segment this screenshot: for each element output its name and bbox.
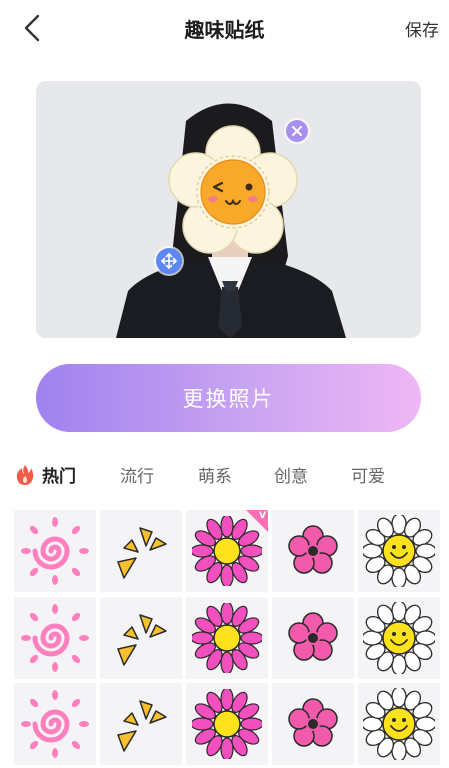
pink-flower-icon xyxy=(288,611,338,661)
tab-cute-style[interactable]: 萌系 xyxy=(198,462,232,487)
move-arrows-icon[interactable] xyxy=(156,248,182,274)
flower-sticker[interactable] xyxy=(166,125,300,259)
sticker-grid: V xyxy=(14,510,442,768)
sticker-smiley-daisy[interactable] xyxy=(358,510,440,592)
tab-lovely[interactable]: 可爱 xyxy=(351,462,385,487)
page-title: 趣味贴纸 xyxy=(184,18,265,42)
pink-flower-icon xyxy=(288,525,338,574)
sticker-pink-flower[interactable] xyxy=(272,683,354,765)
pink-flower-icon xyxy=(288,698,338,747)
pink-swirl-sun-icon xyxy=(21,517,89,585)
pink-sunflower-icon xyxy=(192,689,262,759)
tab-creative[interactable]: 创意 xyxy=(274,462,308,487)
sticker-smiley-daisy[interactable] xyxy=(358,683,440,765)
sticker-yellow-burst[interactable] xyxy=(100,510,182,592)
sticker-pink-swirl-sun[interactable] xyxy=(14,510,96,592)
pink-sunflower-icon xyxy=(192,602,262,673)
close-icon[interactable] xyxy=(286,120,308,142)
change-photo-button[interactable]: 更换照片 xyxy=(36,364,421,432)
category-tabs: 热门 流行 萌系 创意 可爱 xyxy=(0,458,449,490)
sticker-pink-sunflower[interactable] xyxy=(186,683,268,765)
save-button[interactable]: 保存 xyxy=(405,16,439,41)
smiley-daisy-icon xyxy=(363,688,435,760)
tab-popular[interactable]: 流行 xyxy=(120,462,154,487)
yellow-burst-icon xyxy=(117,613,167,666)
header: 趣味贴纸 保存 xyxy=(0,0,449,56)
fire-icon xyxy=(16,465,34,485)
yellow-burst-icon xyxy=(117,700,167,752)
smiley-daisy-icon xyxy=(363,601,435,674)
sticker-pink-swirl-sun[interactable] xyxy=(14,596,96,679)
yellow-burst-icon xyxy=(117,527,167,579)
sticker-pink-sunflower[interactable] xyxy=(186,596,268,679)
sticker-pink-swirl-sun[interactable] xyxy=(14,683,96,765)
sticker-smiley-daisy[interactable] xyxy=(358,596,440,679)
pink-swirl-sun-icon xyxy=(21,603,89,672)
photo-preview[interactable] xyxy=(36,81,421,338)
tab-hot[interactable]: 热门 xyxy=(42,462,76,487)
sticker-pink-sunflower[interactable]: V xyxy=(186,510,268,592)
sticker-yellow-burst[interactable] xyxy=(100,596,182,679)
sticker-pink-flower[interactable] xyxy=(272,596,354,679)
smiley-daisy-icon xyxy=(363,515,435,587)
sticker-pink-flower[interactable] xyxy=(272,510,354,592)
sticker-yellow-burst[interactable] xyxy=(100,683,182,765)
vip-badge-label: V xyxy=(259,511,266,521)
pink-swirl-sun-icon xyxy=(21,690,89,758)
